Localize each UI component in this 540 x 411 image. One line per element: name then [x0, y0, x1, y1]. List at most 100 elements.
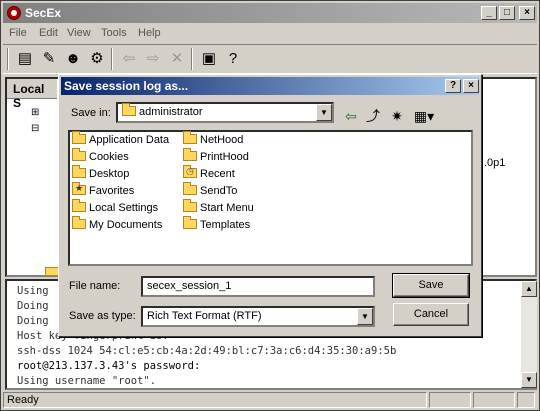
back-icon[interactable]: ⇦	[341, 107, 361, 125]
terminal-scrollbar[interactable]: ▲ ▼	[521, 281, 537, 388]
favorites-icon	[72, 182, 86, 195]
folder-label: PrintHood	[200, 151, 249, 163]
up-folder-icon[interactable]: ⤴	[363, 107, 383, 125]
file-list[interactable]: Application Data Cookies Desktop Favorit…	[68, 130, 473, 266]
terminal-line: Doing	[17, 315, 49, 327]
save-in-value: administrator	[139, 106, 203, 118]
chevron-down-icon[interactable]: ▼	[357, 308, 373, 325]
status-text: Ready	[3, 392, 427, 408]
save-dialog: Save session log as... ? × Save in: admi…	[58, 74, 482, 337]
cancel-button[interactable]: Cancel	[393, 303, 469, 326]
list-item[interactable]: Favorites	[72, 182, 135, 200]
folder-icon	[183, 148, 197, 161]
file-name-input[interactable]: secex_session_1	[141, 276, 375, 297]
terminal-line: Using	[17, 285, 49, 297]
list-item[interactable]: PrintHood	[183, 148, 249, 166]
folder-label: Templates	[200, 219, 251, 231]
save-as-type-value: Rich Text Format (RTF)	[147, 310, 262, 322]
folder-label: Application Data	[89, 134, 170, 146]
status-cell	[429, 392, 471, 408]
delete-icon[interactable]: ✕	[167, 49, 187, 69]
status-cell	[473, 392, 515, 408]
folder-label: Cookies	[89, 151, 129, 163]
folder-label: My Documents	[89, 219, 163, 231]
terminal-line: root@213.137.3.43's password:	[17, 360, 201, 372]
folder-icon	[72, 131, 86, 144]
folder-icon	[183, 199, 197, 212]
tree-expand-icon[interactable]: ⊞	[31, 107, 40, 118]
menu-file[interactable]: File	[9, 27, 27, 39]
save-icon[interactable]: ▣	[199, 49, 219, 69]
folder-icon	[183, 216, 197, 229]
back-icon[interactable]: ⇦	[119, 49, 139, 69]
toolbar: ▤ ✎ ☻ ⚙ ⇦ ⇨ ✕ ▣ ?	[3, 44, 537, 74]
terminal-line: Doing	[17, 300, 49, 312]
folder-icon	[183, 131, 197, 144]
menu-help[interactable]: Help	[138, 27, 161, 39]
folder-icon	[72, 216, 86, 229]
list-item[interactable]: Templates	[183, 216, 251, 234]
forward-icon[interactable]: ⇨	[143, 49, 163, 69]
recent-icon	[183, 165, 197, 178]
menu-tools[interactable]: Tools	[101, 27, 127, 39]
dialog-help-button[interactable]: ?	[445, 79, 461, 93]
list-item[interactable]: Recent	[183, 165, 235, 183]
terminal-line: Using username "root".	[17, 375, 157, 387]
minimize-button[interactable]: _	[481, 6, 497, 20]
folder-label: NetHood	[200, 134, 244, 146]
save-as-type-label: Save as type:	[69, 310, 136, 322]
folder-label: SendTo	[200, 185, 238, 197]
maximize-button[interactable]: □	[499, 6, 515, 20]
user-icon[interactable]: ☻	[63, 49, 83, 69]
folder-icon	[45, 267, 59, 276]
status-bar: Ready	[3, 391, 537, 409]
scroll-down-icon[interactable]: ▼	[521, 372, 537, 388]
folder-label: Favorites	[89, 185, 135, 197]
list-item[interactable]: My Documents	[72, 216, 163, 234]
folder-label: Desktop	[89, 168, 130, 180]
app-icon	[7, 6, 21, 20]
folder-label: Local Settings	[89, 202, 159, 214]
menu-edit[interactable]: Edit	[39, 27, 58, 39]
dialog-close-button[interactable]: ×	[463, 79, 479, 93]
new-folder-icon[interactable]: ✷	[387, 107, 407, 125]
scroll-up-icon[interactable]: ▲	[521, 281, 537, 297]
wizard-icon[interactable]: ✎	[39, 49, 59, 69]
close-button[interactable]: ×	[519, 6, 535, 20]
menu-bar: File Edit View Tools Help	[3, 24, 537, 42]
list-item[interactable]: Start Menu	[183, 199, 254, 217]
list-item[interactable]: Application Data	[72, 131, 170, 149]
toolbar-separator	[191, 48, 193, 70]
save-in-label: Save in:	[71, 107, 111, 119]
folder-label: Recent	[200, 168, 235, 180]
dialog-title-bar: Save session log as... ? ×	[61, 77, 479, 95]
folder-icon	[72, 148, 86, 161]
toolbar-separator	[111, 48, 113, 70]
list-item[interactable]: Local Settings	[72, 199, 159, 217]
folder-icon	[72, 165, 86, 178]
chevron-down-icon[interactable]: ▼	[316, 104, 332, 121]
list-item[interactable]: Cookies	[72, 148, 129, 166]
remote-text: .0p1	[484, 157, 506, 169]
settings-icon[interactable]: ⚙	[87, 49, 107, 69]
toolbar-grip	[7, 48, 9, 70]
tree-collapse-icon[interactable]: ⊟	[31, 123, 40, 134]
help-icon[interactable]: ?	[223, 49, 243, 69]
save-as-type-dropdown[interactable]: Rich Text Format (RTF) ▼	[141, 306, 375, 327]
file-name-label: File name:	[69, 280, 121, 292]
session-icon[interactable]: ▤	[15, 49, 35, 69]
dialog-title: Save session log as...	[64, 79, 189, 93]
terminal-line: ssh-dss 1024 54:cl:e5:cb:4a:2d:49:bl:c7:…	[17, 345, 397, 357]
folder-label: Start Menu	[200, 202, 254, 214]
list-item[interactable]: NetHood	[183, 131, 244, 149]
save-in-dropdown[interactable]: administrator ▼	[116, 102, 334, 123]
list-item[interactable]: SendTo	[183, 182, 238, 200]
save-button[interactable]: Save	[392, 273, 470, 298]
view-menu-icon[interactable]: ▦▾	[411, 107, 437, 125]
window-title: SecEx	[25, 6, 62, 20]
title-bar: SecEx _ □ ×	[3, 3, 537, 23]
list-item[interactable]: Desktop	[72, 165, 130, 183]
folder-icon	[72, 199, 86, 212]
status-cell	[517, 392, 535, 408]
menu-view[interactable]: View	[67, 27, 91, 39]
